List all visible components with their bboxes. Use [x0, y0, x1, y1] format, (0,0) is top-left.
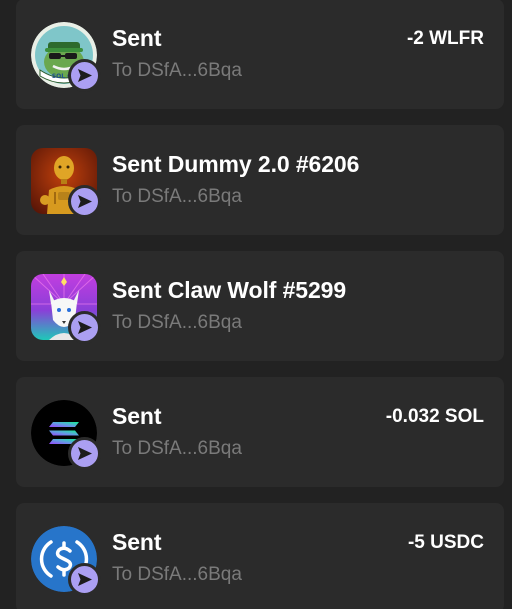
token-avatar	[31, 400, 101, 470]
nft-avatar	[31, 274, 101, 344]
send-arrow-icon	[68, 185, 101, 218]
transaction-item[interactable]: SOL CR Sent To DSfA...6Bqa -2 WLFR	[16, 0, 504, 109]
transaction-amount: -5 USDC	[407, 532, 484, 553]
transaction-recipient: To DSfA...6Bqa	[112, 60, 242, 81]
token-avatar: SOL CR	[31, 22, 101, 92]
transaction-item[interactable]: Sent Claw Wolf #5299 To DSfA...6Bqa	[16, 251, 504, 361]
transaction-recipient: To DSfA...6Bqa	[112, 438, 242, 459]
transaction-amount: -0.032 SOL	[385, 406, 484, 427]
token-avatar	[31, 526, 101, 596]
send-arrow-icon	[68, 59, 101, 92]
transaction-recipient: To DSfA...6Bqa	[112, 312, 242, 333]
transaction-title: Sent Claw Wolf #5299	[112, 277, 347, 303]
activity-list: SOL CR Sent To DSfA...6Bqa -2 WLFR Sent …	[0, 0, 512, 609]
transaction-item[interactable]: Sent To DSfA...6Bqa -5 USDC	[16, 503, 504, 609]
transaction-title: Sent	[112, 403, 162, 429]
nft-avatar	[31, 148, 101, 218]
send-arrow-icon	[68, 311, 101, 344]
transaction-title: Sent Dummy 2.0 #6206	[112, 151, 360, 177]
send-arrow-icon	[68, 563, 101, 596]
send-arrow-icon	[68, 437, 101, 470]
transaction-title: Sent	[112, 529, 162, 555]
transaction-title: Sent	[112, 25, 162, 51]
transaction-amount: -2 WLFR	[406, 28, 484, 49]
transaction-item[interactable]: Sent Dummy 2.0 #6206 To DSfA...6Bqa	[16, 125, 504, 235]
transaction-item[interactable]: Sent To DSfA...6Bqa -0.032 SOL	[16, 377, 504, 487]
transaction-recipient: To DSfA...6Bqa	[112, 186, 242, 207]
transaction-recipient: To DSfA...6Bqa	[112, 564, 242, 585]
